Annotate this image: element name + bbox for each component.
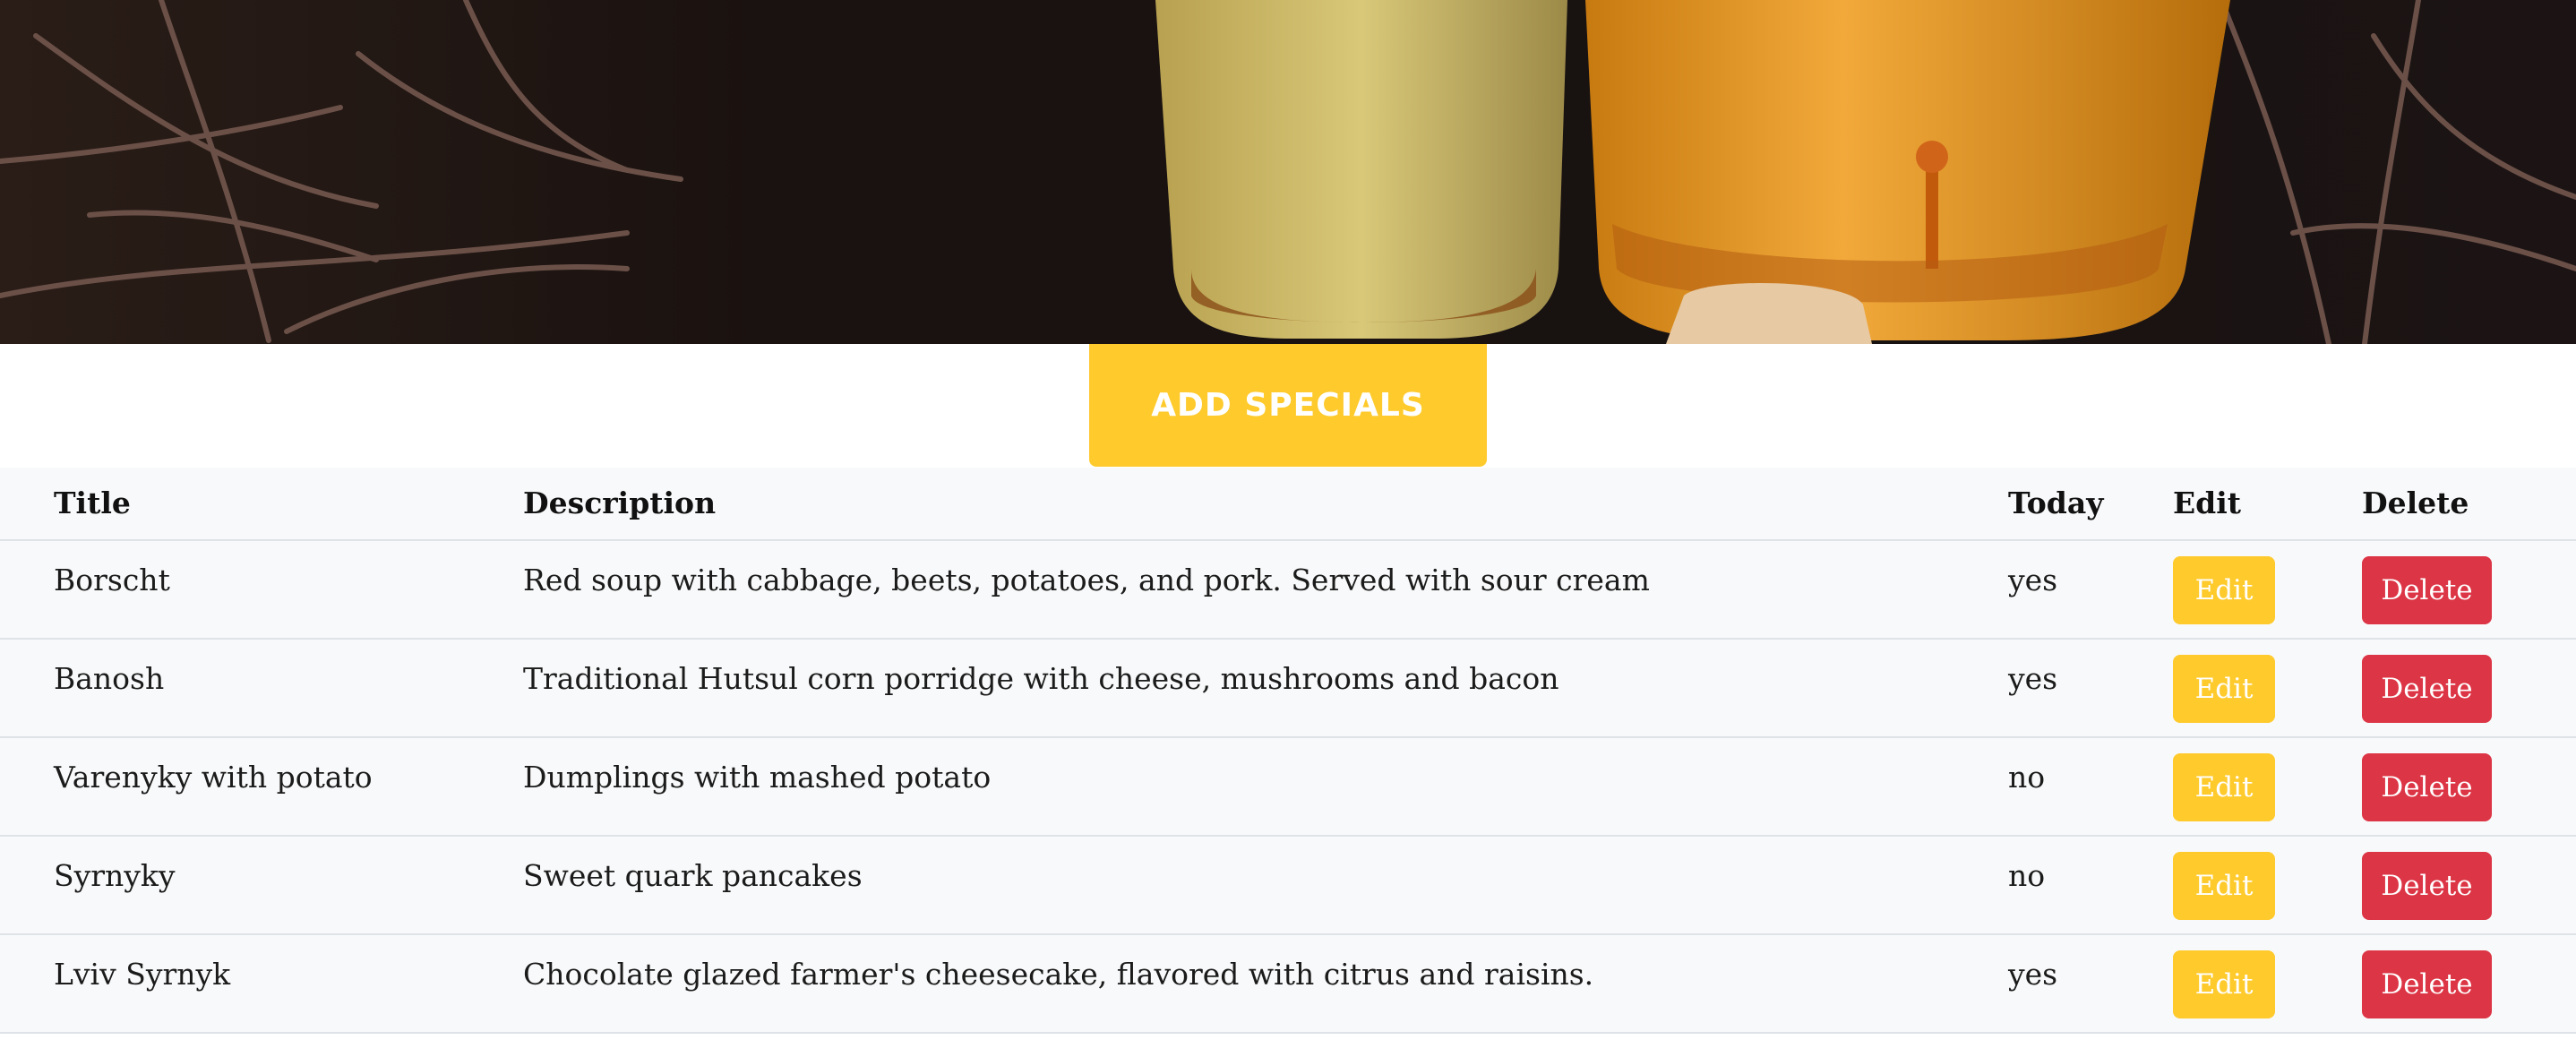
row-description: Dumplings with mashed potato <box>523 760 992 795</box>
table-row: Varenyky with potato Dumplings with mash… <box>0 738 2576 837</box>
delete-button[interactable]: Delete <box>2362 852 2492 920</box>
delete-button[interactable]: Delete <box>2362 556 2492 624</box>
row-title: Varenyky with potato <box>54 760 373 795</box>
edit-button[interactable]: Edit <box>2173 950 2275 1018</box>
row-description: Red soup with cabbage, beets, potatoes, … <box>523 563 1650 597</box>
delete-button[interactable]: Delete <box>2362 950 2492 1018</box>
row-description: Sweet quark pancakes <box>523 858 863 893</box>
row-today: yes <box>2008 957 2058 992</box>
edit-button[interactable]: Edit <box>2173 753 2275 821</box>
row-title: Syrnyky <box>54 858 176 893</box>
row-title: Borscht <box>54 563 170 597</box>
edit-button[interactable]: Edit <box>2173 556 2275 624</box>
header-edit: Edit <box>2173 486 2242 520</box>
table-row: Borscht Red soup with cabbage, beets, po… <box>0 541 2576 640</box>
row-today: yes <box>2008 661 2058 696</box>
delete-button[interactable]: Delete <box>2362 655 2492 723</box>
header-delete: Delete <box>2362 486 2469 520</box>
edit-button[interactable]: Edit <box>2173 852 2275 920</box>
hero-banner-image <box>0 0 2576 344</box>
edit-button[interactable]: Edit <box>2173 655 2275 723</box>
table-row: Syrnyky Sweet quark pancakes no Edit Del… <box>0 837 2576 935</box>
header-title: Title <box>54 486 131 520</box>
header-today: Today <box>2008 486 2104 520</box>
row-today: no <box>2008 858 2046 893</box>
delete-button[interactable]: Delete <box>2362 753 2492 821</box>
row-description: Traditional Hutsul corn porridge with ch… <box>523 661 1559 696</box>
table-row: Lviv Syrnyk Chocolate glazed farmer's ch… <box>0 935 2576 1034</box>
table-row: Banosh Traditional Hutsul corn porridge … <box>0 640 2576 738</box>
row-today: yes <box>2008 563 2058 597</box>
add-specials-bar: ADD SPECIALS <box>0 344 2576 468</box>
table-header-row: Title Description Today Edit Delete <box>0 468 2576 541</box>
row-today: no <box>2008 760 2046 795</box>
row-title: Banosh <box>54 661 165 696</box>
header-description: Description <box>523 486 717 520</box>
add-specials-button[interactable]: ADD SPECIALS <box>1089 344 1487 467</box>
row-title: Lviv Syrnyk <box>54 957 231 992</box>
specials-table: Title Description Today Edit Delete Bors… <box>0 468 2576 1034</box>
row-description: Chocolate glazed farmer's cheesecake, fl… <box>523 957 1594 992</box>
